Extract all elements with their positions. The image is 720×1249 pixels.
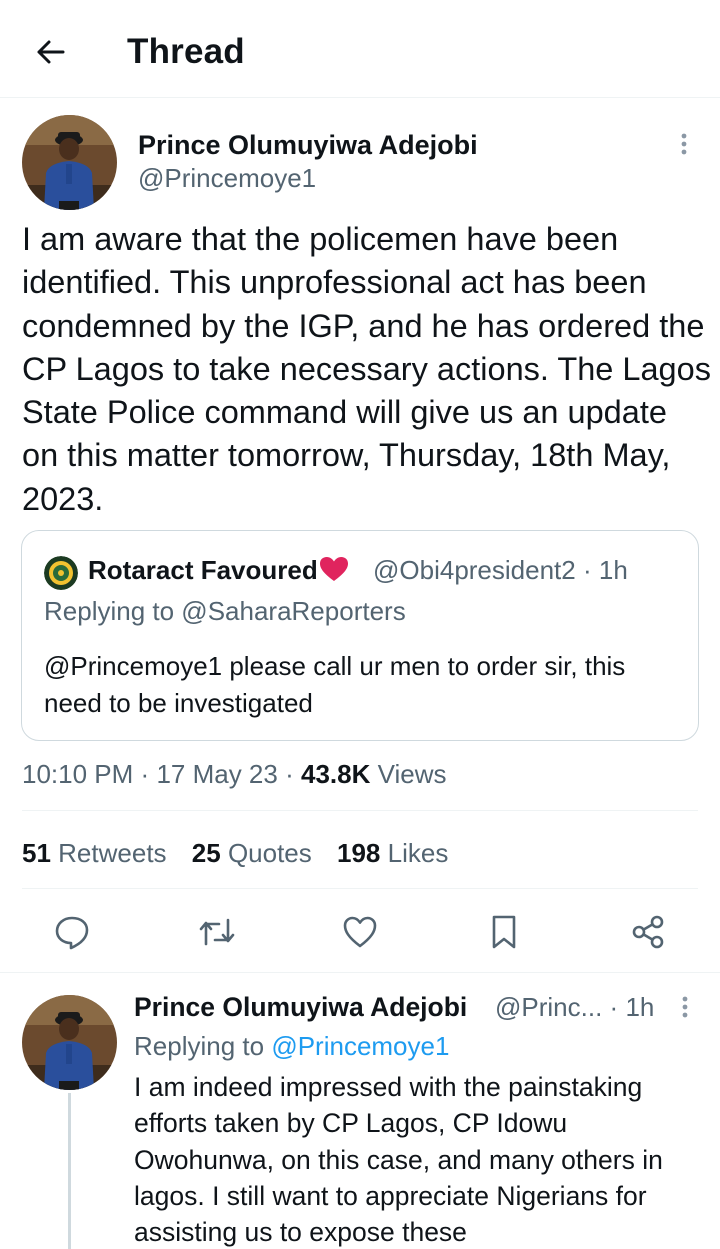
- like-icon: [343, 916, 377, 948]
- page-title: Thread: [127, 32, 245, 71]
- views-label: Views: [377, 759, 447, 789]
- replying-mention-link[interactable]: @Princemoye1: [271, 1031, 449, 1061]
- retweet-button[interactable]: [195, 910, 239, 954]
- tweet-date[interactable]: 17 May 23: [156, 759, 277, 789]
- divider: [22, 888, 698, 889]
- red-heart-icon: [319, 557, 348, 581]
- divider: [22, 810, 698, 811]
- divider: [0, 972, 720, 973]
- reply-icon: [55, 916, 89, 950]
- reply-meta: @Princ... · 1h: [495, 990, 654, 1024]
- tweet-time[interactable]: 10:10 PM: [22, 759, 133, 789]
- likes-stat[interactable]: 198 Likes: [337, 838, 448, 868]
- share-button[interactable]: [626, 910, 670, 954]
- thread-header: Thread: [0, 0, 720, 98]
- share-icon: [632, 915, 664, 949]
- quoted-time: 1h: [598, 555, 628, 585]
- more-vertical-icon: [682, 996, 688, 1018]
- avatar[interactable]: [22, 115, 117, 210]
- separator-dot: ·: [582, 555, 592, 585]
- engagement-stats: 51 Retweets 25 Quotes 198 Likes: [22, 835, 466, 871]
- separator-dot: ·: [609, 992, 619, 1022]
- author-handle[interactable]: @Princemoye1: [138, 162, 316, 194]
- reply-author-name[interactable]: Prince Olumuyiwa Adejobi: [134, 990, 467, 1024]
- separator-dot: ·: [140, 759, 150, 789]
- arrow-left-icon: [37, 40, 65, 64]
- author-name[interactable]: Prince Olumuyiwa Adejobi: [138, 128, 478, 162]
- views-count: 43.8K: [300, 759, 371, 789]
- tweet-text: I am aware that the policemen have been …: [22, 221, 711, 517]
- thread-connector-line: [68, 1093, 71, 1249]
- like-button[interactable]: [338, 910, 382, 954]
- quoted-replying-to: Replying to @SaharaReporters: [44, 596, 406, 626]
- more-vertical-icon: [681, 133, 687, 155]
- avatar[interactable]: [22, 995, 117, 1090]
- separator-dot: ·: [285, 759, 294, 789]
- quoted-text: @Princemoye1 please call ur men to order…: [44, 651, 626, 718]
- quoted-author-name[interactable]: Rotaract Favoured: [88, 553, 349, 587]
- reply-time: 1h: [625, 992, 655, 1022]
- bookmark-icon: [492, 915, 516, 949]
- reply-replying-to: Replying to @Princemoye1: [134, 1031, 450, 1061]
- retweet-icon: [199, 918, 235, 946]
- more-options-button[interactable]: [670, 130, 698, 158]
- quoted-avatar[interactable]: [44, 556, 78, 590]
- retweets-stat[interactable]: 51 Retweets: [22, 838, 167, 868]
- reply-button[interactable]: [50, 910, 94, 954]
- reply-more-options-button[interactable]: [672, 993, 698, 1021]
- quoted-tweet[interactable]: Rotaract Favoured @Obi4president2 · 1h R…: [21, 530, 699, 741]
- quotes-stat[interactable]: 25 Quotes: [192, 838, 312, 868]
- reply-author-handle[interactable]: @Princ...: [495, 992, 602, 1022]
- bookmark-button[interactable]: [482, 910, 526, 954]
- reply-text: I am indeed impressed with the painstaki…: [134, 1072, 663, 1248]
- tweet-timestamp: 10:10 PM · 17 May 23 · 43.8K Views: [22, 756, 447, 792]
- quoted-author-handle[interactable]: @Obi4president2: [373, 555, 576, 585]
- quoted-meta: @Obi4president2 · 1h: [373, 553, 628, 587]
- back-button[interactable]: [28, 30, 72, 74]
